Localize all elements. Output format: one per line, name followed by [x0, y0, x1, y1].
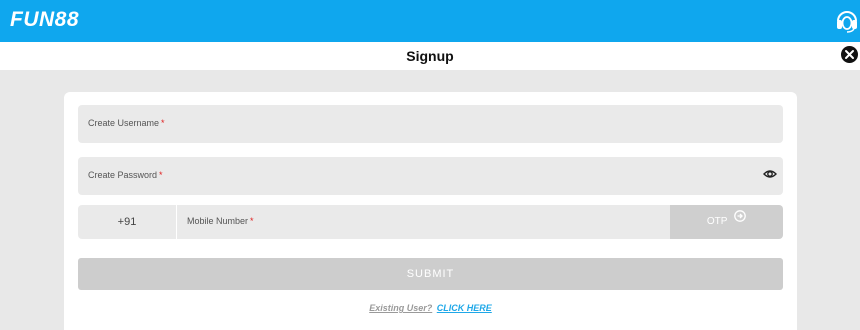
required-asterisk: *: [159, 170, 163, 180]
mobile-number-field[interactable]: Mobile Number *: [177, 205, 670, 239]
required-asterisk: *: [161, 118, 165, 128]
otp-button[interactable]: OTP: [670, 205, 783, 239]
required-asterisk: *: [250, 216, 254, 226]
top-header-bar: FUN88: [0, 0, 860, 42]
close-icon: [845, 50, 854, 59]
otp-label: OTP: [706, 216, 728, 227]
click-here-link[interactable]: CLICK HERE: [437, 303, 492, 313]
mobile-number-row: +91 Mobile Number * OTP: [78, 205, 783, 239]
existing-user-prompt: Existing User? CLICK HERE: [64, 303, 797, 313]
existing-user-text: Existing User?: [369, 303, 433, 313]
fun88-logo[interactable]: FUN88: [10, 8, 79, 32]
signup-form-card: Create Username * Create Password * +91 Mo…: [64, 92, 797, 330]
password-label: Create Password *: [88, 170, 163, 180]
mobile-number-label: Mobile Number *: [187, 216, 254, 226]
username-label: Create Username *: [88, 118, 165, 128]
arrow-right-circle-icon: [734, 203, 746, 237]
eye-icon[interactable]: [763, 167, 777, 186]
close-button[interactable]: [840, 45, 859, 64]
country-code-select[interactable]: +91: [78, 205, 176, 239]
password-field[interactable]: Create Password *: [78, 157, 783, 195]
username-field[interactable]: Create Username *: [78, 105, 783, 143]
headset-icon[interactable]: [835, 8, 859, 34]
submit-button[interactable]: SUBMIT: [78, 258, 783, 290]
page-title: Signup: [406, 48, 454, 64]
modal-title-bar: Signup: [0, 42, 860, 70]
